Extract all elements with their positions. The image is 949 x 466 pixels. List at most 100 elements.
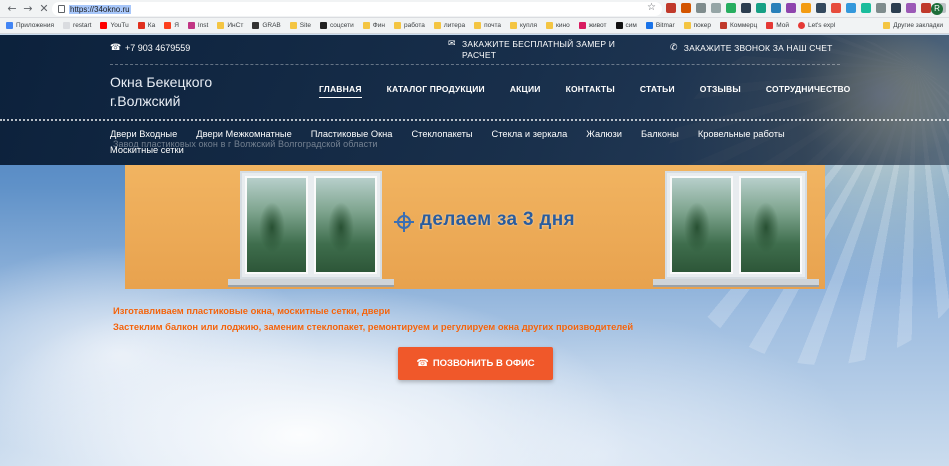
subnav-item-roofing[interactable]: Кровельные работы [698, 129, 785, 140]
free-measure-label: ЗАКАЖИТЕ БЕСПЛАТНЫЙ ЗАМЕР И РАСЧЕТ [462, 39, 616, 60]
back-icon[interactable]: ← [4, 1, 20, 17]
bookmark-label: YouTu [110, 22, 129, 29]
folder-icon [217, 22, 225, 29]
logo-line2: г.Волжский [110, 93, 181, 109]
social-icon [319, 22, 327, 29]
call-office-button[interactable]: ☎ ПОЗВОНИТЬ В ОФИС [398, 347, 553, 380]
folder-icon [393, 22, 401, 29]
youtube-icon [100, 22, 108, 29]
subnav-item-glass-units[interactable]: Стеклопакеты [411, 129, 472, 140]
bookmark-label: Ка [147, 22, 156, 29]
extension-icon[interactable] [711, 3, 721, 13]
bookmark-label: почта [484, 22, 502, 29]
extension-icon[interactable] [726, 3, 736, 13]
bookmark-star-icon[interactable]: ☆ [647, 2, 656, 13]
phone-callback-icon: ✆ [670, 43, 678, 53]
nav-item-cooperation[interactable]: СОТРУДНИЧЕСТВО [766, 84, 851, 98]
extension-icon[interactable] [666, 3, 676, 13]
bookmark-item[interactable]: ИнСт [217, 22, 243, 29]
extension-icon[interactable] [816, 3, 826, 13]
window-pane [739, 176, 802, 274]
bookmark-item[interactable]: Коммерц [719, 22, 757, 29]
stop-icon[interactable]: ✕ [36, 1, 52, 17]
bookmark-item[interactable]: почта [474, 22, 501, 29]
extension-icon[interactable] [801, 3, 811, 13]
intro-line-1: Изготавливаем пластиковые окна, москитны… [113, 305, 391, 316]
url-text[interactable]: https://34okno.ru [69, 4, 131, 14]
phone-number: +7 903 4679559 [125, 43, 191, 53]
extension-icon[interactable] [921, 3, 931, 13]
subnav-item-blinds[interactable]: Жалюзи [586, 129, 622, 140]
bookmark-item[interactable]: Приложения [6, 22, 54, 29]
bookmark-item[interactable]: GRAB [252, 22, 281, 29]
bookmark-item[interactable]: Фин [362, 22, 385, 29]
extension-icon[interactable] [681, 3, 691, 13]
bookmark-item[interactable]: кино [546, 22, 570, 29]
bookmark-item[interactable]: Let's expl [797, 22, 835, 29]
bookmark-item[interactable]: сим [615, 22, 637, 29]
logo-line1: Окна Бекецкого [110, 74, 213, 90]
nav-item-contacts[interactable]: КОНТАКТЫ [566, 84, 615, 98]
nav-item-promotions[interactable]: АКЦИИ [510, 84, 541, 98]
bookmark-label: ИнСт [227, 22, 244, 29]
extension-icon[interactable] [771, 3, 781, 13]
extension-icon[interactable] [846, 3, 856, 13]
divider [0, 119, 949, 121]
extension-icon[interactable] [741, 3, 751, 13]
other-bookmarks-label: Другие закладки [893, 22, 943, 29]
bookmark-item[interactable]: YouTu [100, 22, 129, 29]
phone-link[interactable]: ☎ +7 903 4679559 [110, 43, 190, 53]
forward-icon[interactable]: → [20, 1, 36, 17]
extension-icon[interactable] [876, 3, 886, 13]
bookmark-item[interactable]: Я [164, 22, 179, 29]
subnav-item-mosquito-nets[interactable]: Москитные сетки [110, 145, 184, 156]
site-logo[interactable]: Окна Бекецкого г.Волжский [110, 73, 240, 111]
bookmark-item[interactable]: соцсети [319, 22, 354, 29]
subnav-item-interior-doors[interactable]: Двери Межкомнатные [196, 129, 291, 140]
bookmark-item[interactable]: Мой [766, 22, 789, 29]
extension-icon[interactable] [786, 3, 796, 13]
extension-icon[interactable] [756, 3, 766, 13]
bookmark-item[interactable]: покер [683, 22, 711, 29]
bookmark-item[interactable]: Inst [187, 22, 208, 29]
bookmark-item[interactable]: Site [289, 22, 311, 29]
phone-icon: ☎ [416, 358, 429, 369]
extension-icon[interactable] [696, 3, 706, 13]
page: ☎ +7 903 4679559 ✉ ЗАКАЖИТЕ БЕСПЛАТНЫЙ З… [0, 35, 949, 466]
extension-icon[interactable] [906, 3, 916, 13]
callback-label: ЗАКАЖИТЕ ЗВОНОК ЗА НАШ СЧЕТ [683, 43, 833, 53]
bookmark-item[interactable]: литера [433, 22, 465, 29]
nav-item-reviews[interactable]: ОТЗЫВЫ [700, 84, 741, 98]
address-bar[interactable]: https://34okno.ru ☆ [52, 2, 662, 16]
other-bookmarks[interactable]: Другие закладки [883, 22, 943, 29]
pink-icon [578, 22, 586, 29]
window-sill [653, 279, 819, 287]
extension-icon[interactable] [891, 3, 901, 13]
nav-item-articles[interactable]: СТАТЬИ [640, 84, 675, 98]
subnav-item-entrance-doors[interactable]: Двери Входные [110, 129, 177, 140]
lock-icon [58, 5, 65, 13]
yandex-icon [164, 22, 172, 29]
nav-item-home[interactable]: ГЛАВНАЯ [319, 84, 362, 98]
subnav-item-plastic-windows[interactable]: Пластиковые Окна [311, 129, 393, 140]
bookmark-item[interactable]: Ка [137, 22, 156, 29]
subnav-item-balconies[interactable]: Балконы [641, 129, 679, 140]
profile-avatar[interactable]: R [931, 3, 943, 15]
bookmarks-bar: Приложения restart YouTu Ка Я Inst ИнСт … [0, 18, 949, 34]
extension-icon[interactable] [861, 3, 871, 13]
bookmark-item[interactable]: купля [510, 22, 537, 29]
bookmark-item[interactable]: живот [578, 22, 607, 29]
banner-slogan: делаем за 3 дня [420, 209, 575, 230]
bookmark-item[interactable]: restart [63, 22, 91, 29]
window-image-left [240, 171, 382, 279]
bookmark-label: кино [556, 22, 570, 29]
free-measure-link[interactable]: ✉ ЗАКАЖИТЕ БЕСПЛАТНЫЙ ЗАМЕР И РАСЧЕТ [448, 39, 638, 61]
bookmark-item[interactable]: Bitmar [645, 22, 675, 29]
subnav-item-glass-mirrors[interactable]: Стекла и зеркала [492, 129, 568, 140]
bookmark-label: Фин [372, 22, 385, 29]
bookmark-item[interactable]: работа [393, 22, 425, 29]
red-icon [766, 22, 774, 29]
callback-link[interactable]: ✆ ЗАКАЖИТЕ ЗВОНОК ЗА НАШ СЧЕТ [670, 43, 832, 53]
nav-item-catalog[interactable]: КАТАЛОГ ПРОДУКЦИИ [387, 84, 485, 98]
extension-icon[interactable] [831, 3, 841, 13]
